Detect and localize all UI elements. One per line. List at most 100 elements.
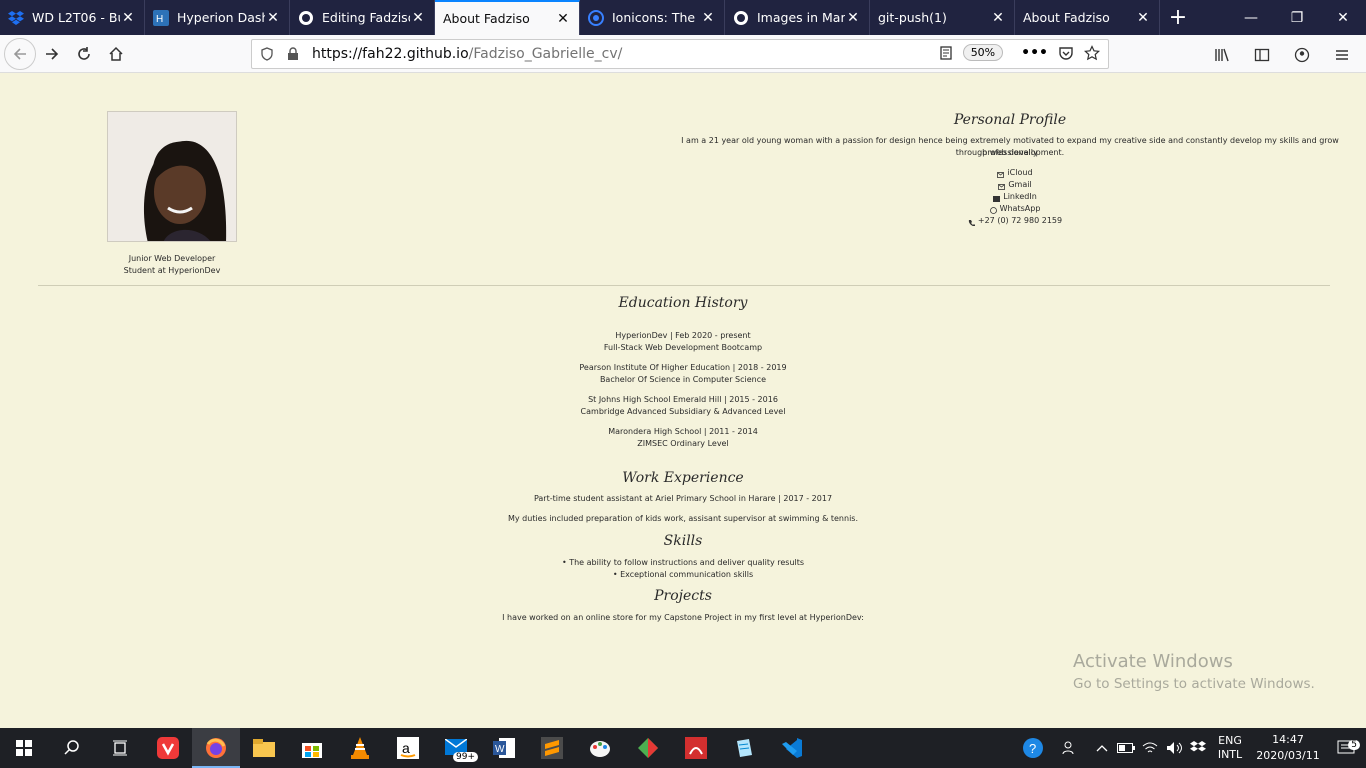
palette-icon <box>590 741 610 757</box>
tab-images-in-markdown[interactable]: Images in Mark ✕ <box>725 0 870 35</box>
close-icon[interactable]: ✕ <box>265 10 281 26</box>
url-text: https://fah22.github.io/Fadziso_Gabriell… <box>312 46 622 62</box>
hamburger-menu-icon <box>1336 50 1348 60</box>
skill-label: Exceptional communication skills <box>620 570 754 579</box>
reload-icon <box>78 46 90 60</box>
library-button[interactable] <box>1206 39 1238 71</box>
vlc-app[interactable] <box>336 728 384 768</box>
contact-icloud[interactable]: iCloud <box>940 167 1090 179</box>
job-subtitle: Student at HyperionDev <box>123 266 221 275</box>
tab-label: Editing Fadziso_ <box>322 10 410 25</box>
battery-icon[interactable] <box>1114 743 1138 753</box>
restore-button[interactable]: ❐ <box>1274 0 1320 35</box>
github-icon <box>733 10 749 26</box>
zoom-level-button[interactable]: 50% <box>962 44 1004 61</box>
word-app[interactable]: W <box>480 728 528 768</box>
git-app[interactable] <box>624 728 672 768</box>
keyboard-layout: INTL <box>1217 748 1243 761</box>
tab-ionicons[interactable]: Ionicons: The pr ✕ <box>580 0 725 35</box>
url-bar[interactable]: https://fah22.github.io/Fadziso_Gabriell… <box>251 39 1109 69</box>
close-window-button[interactable]: ✕ <box>1320 0 1366 35</box>
arrow-right-icon <box>46 47 59 60</box>
search-icon <box>64 740 79 755</box>
education-entry-4-line1: Marondera High School | 2011 - 2014 <box>608 427 758 436</box>
tab-editing-fadziso[interactable]: Editing Fadziso_ ✕ <box>290 0 435 35</box>
work-line1: Part-time student assistant at Ariel Pri… <box>533 494 833 503</box>
tab-label: About Fadziso <box>1023 10 1110 25</box>
new-tab-button[interactable]: + <box>1160 0 1196 35</box>
paint-app[interactable] <box>576 728 624 768</box>
lock-icon[interactable] <box>286 47 300 61</box>
url-path: /Fadziso_Gabrielle_cv/ <box>468 46 623 62</box>
wifi-icon[interactable] <box>1138 741 1162 755</box>
dropbox-icon <box>8 10 24 26</box>
help-icon[interactable]: ? <box>1016 737 1050 759</box>
notifications-button[interactable]: 5 <box>1326 740 1366 756</box>
system-tray: ? ENG INTL 14:47 2020/03/11 5 <box>1016 728 1366 768</box>
vivaldi-app[interactable] <box>144 728 192 768</box>
close-icon[interactable]: ✕ <box>990 10 1006 26</box>
projects-text: I have worked on an online store for my … <box>502 613 864 622</box>
education-entry-4-line2: ZIMSEC Ordinary Level <box>637 439 729 448</box>
profile-photo <box>107 111 237 242</box>
back-button[interactable] <box>4 37 36 70</box>
shield-icon[interactable] <box>260 47 274 61</box>
close-icon[interactable]: ✕ <box>1135 10 1151 26</box>
sidebar-icon <box>1254 48 1270 62</box>
pocket-icon[interactable] <box>1058 45 1074 61</box>
work-line2: My duties included preparation of kids w… <box>507 514 858 523</box>
speaker-icon[interactable] <box>1162 741 1186 755</box>
account-button[interactable] <box>1286 39 1318 71</box>
menu-button[interactable] <box>1326 39 1358 71</box>
file-explorer-app[interactable] <box>240 728 288 768</box>
firefox-app[interactable] <box>192 728 240 768</box>
vscode-app[interactable] <box>768 728 816 768</box>
contact-phone[interactable]: +27 (0) 72 980 2159 <box>940 215 1090 227</box>
contact-label: LinkedIn <box>1003 192 1037 201</box>
sublime-text-icon <box>541 737 563 759</box>
close-icon[interactable]: ✕ <box>120 10 136 26</box>
task-view-button[interactable] <box>96 728 144 768</box>
close-icon[interactable]: ✕ <box>845 10 861 26</box>
tab-wd-l2t06[interactable]: WD L2T06 - Buil ✕ <box>0 0 145 35</box>
page-actions-icon[interactable]: ••• <box>1021 45 1048 61</box>
tab-label: Ionicons: The pr <box>612 10 700 25</box>
home-button[interactable] <box>100 38 132 70</box>
close-icon[interactable]: ✕ <box>700 10 716 26</box>
clock[interactable]: 14:47 2020/03/11 <box>1250 732 1326 764</box>
search-button[interactable] <box>48 728 96 768</box>
forward-button[interactable] <box>36 38 68 70</box>
sidebar-button[interactable] <box>1246 39 1278 71</box>
amazon-icon: a <box>397 737 419 759</box>
sublime-app[interactable] <box>528 728 576 768</box>
start-button[interactable] <box>0 728 48 768</box>
dropbox-tray-icon[interactable] <box>1186 741 1210 755</box>
reader-view-icon[interactable] <box>939 45 953 60</box>
folder-icon <box>253 739 275 757</box>
word-icon: W <box>493 738 515 758</box>
contact-linkedin[interactable]: LinkedIn <box>940 191 1090 203</box>
chevron-up-icon[interactable] <box>1090 744 1114 752</box>
bookmark-star-icon[interactable] <box>1084 44 1100 61</box>
tab-label: About Fadziso <box>443 11 530 26</box>
close-icon[interactable]: ✕ <box>555 11 571 27</box>
contact-whatsapp[interactable]: WhatsApp <box>940 203 1090 215</box>
input-language[interactable]: ENG INTL <box>1210 734 1250 762</box>
acrobat-app[interactable] <box>672 728 720 768</box>
contact-gmail[interactable]: Gmail <box>940 179 1090 191</box>
tab-git-push[interactable]: git-push(1) ✕ <box>870 0 1015 35</box>
mail-app[interactable]: 99+ <box>432 728 480 768</box>
task-view-icon <box>113 740 127 756</box>
people-icon[interactable] <box>1050 740 1090 756</box>
tab-about-fadziso-2[interactable]: About Fadziso ✕ <box>1015 0 1160 35</box>
profile-heading: Personal Profile <box>953 112 1067 128</box>
notepad-app[interactable] <box>720 728 768 768</box>
amazon-app[interactable]: a <box>384 728 432 768</box>
reload-button[interactable] <box>68 38 100 70</box>
projects-heading: Projects <box>654 588 712 604</box>
tab-hyperion-dashboard[interactable]: H Hyperion Dashb ✕ <box>145 0 290 35</box>
store-app[interactable] <box>288 728 336 768</box>
minimize-button[interactable]: — <box>1228 0 1274 35</box>
tab-about-fadziso-active[interactable]: About Fadziso ✕ <box>435 0 580 35</box>
close-icon[interactable]: ✕ <box>410 10 426 26</box>
